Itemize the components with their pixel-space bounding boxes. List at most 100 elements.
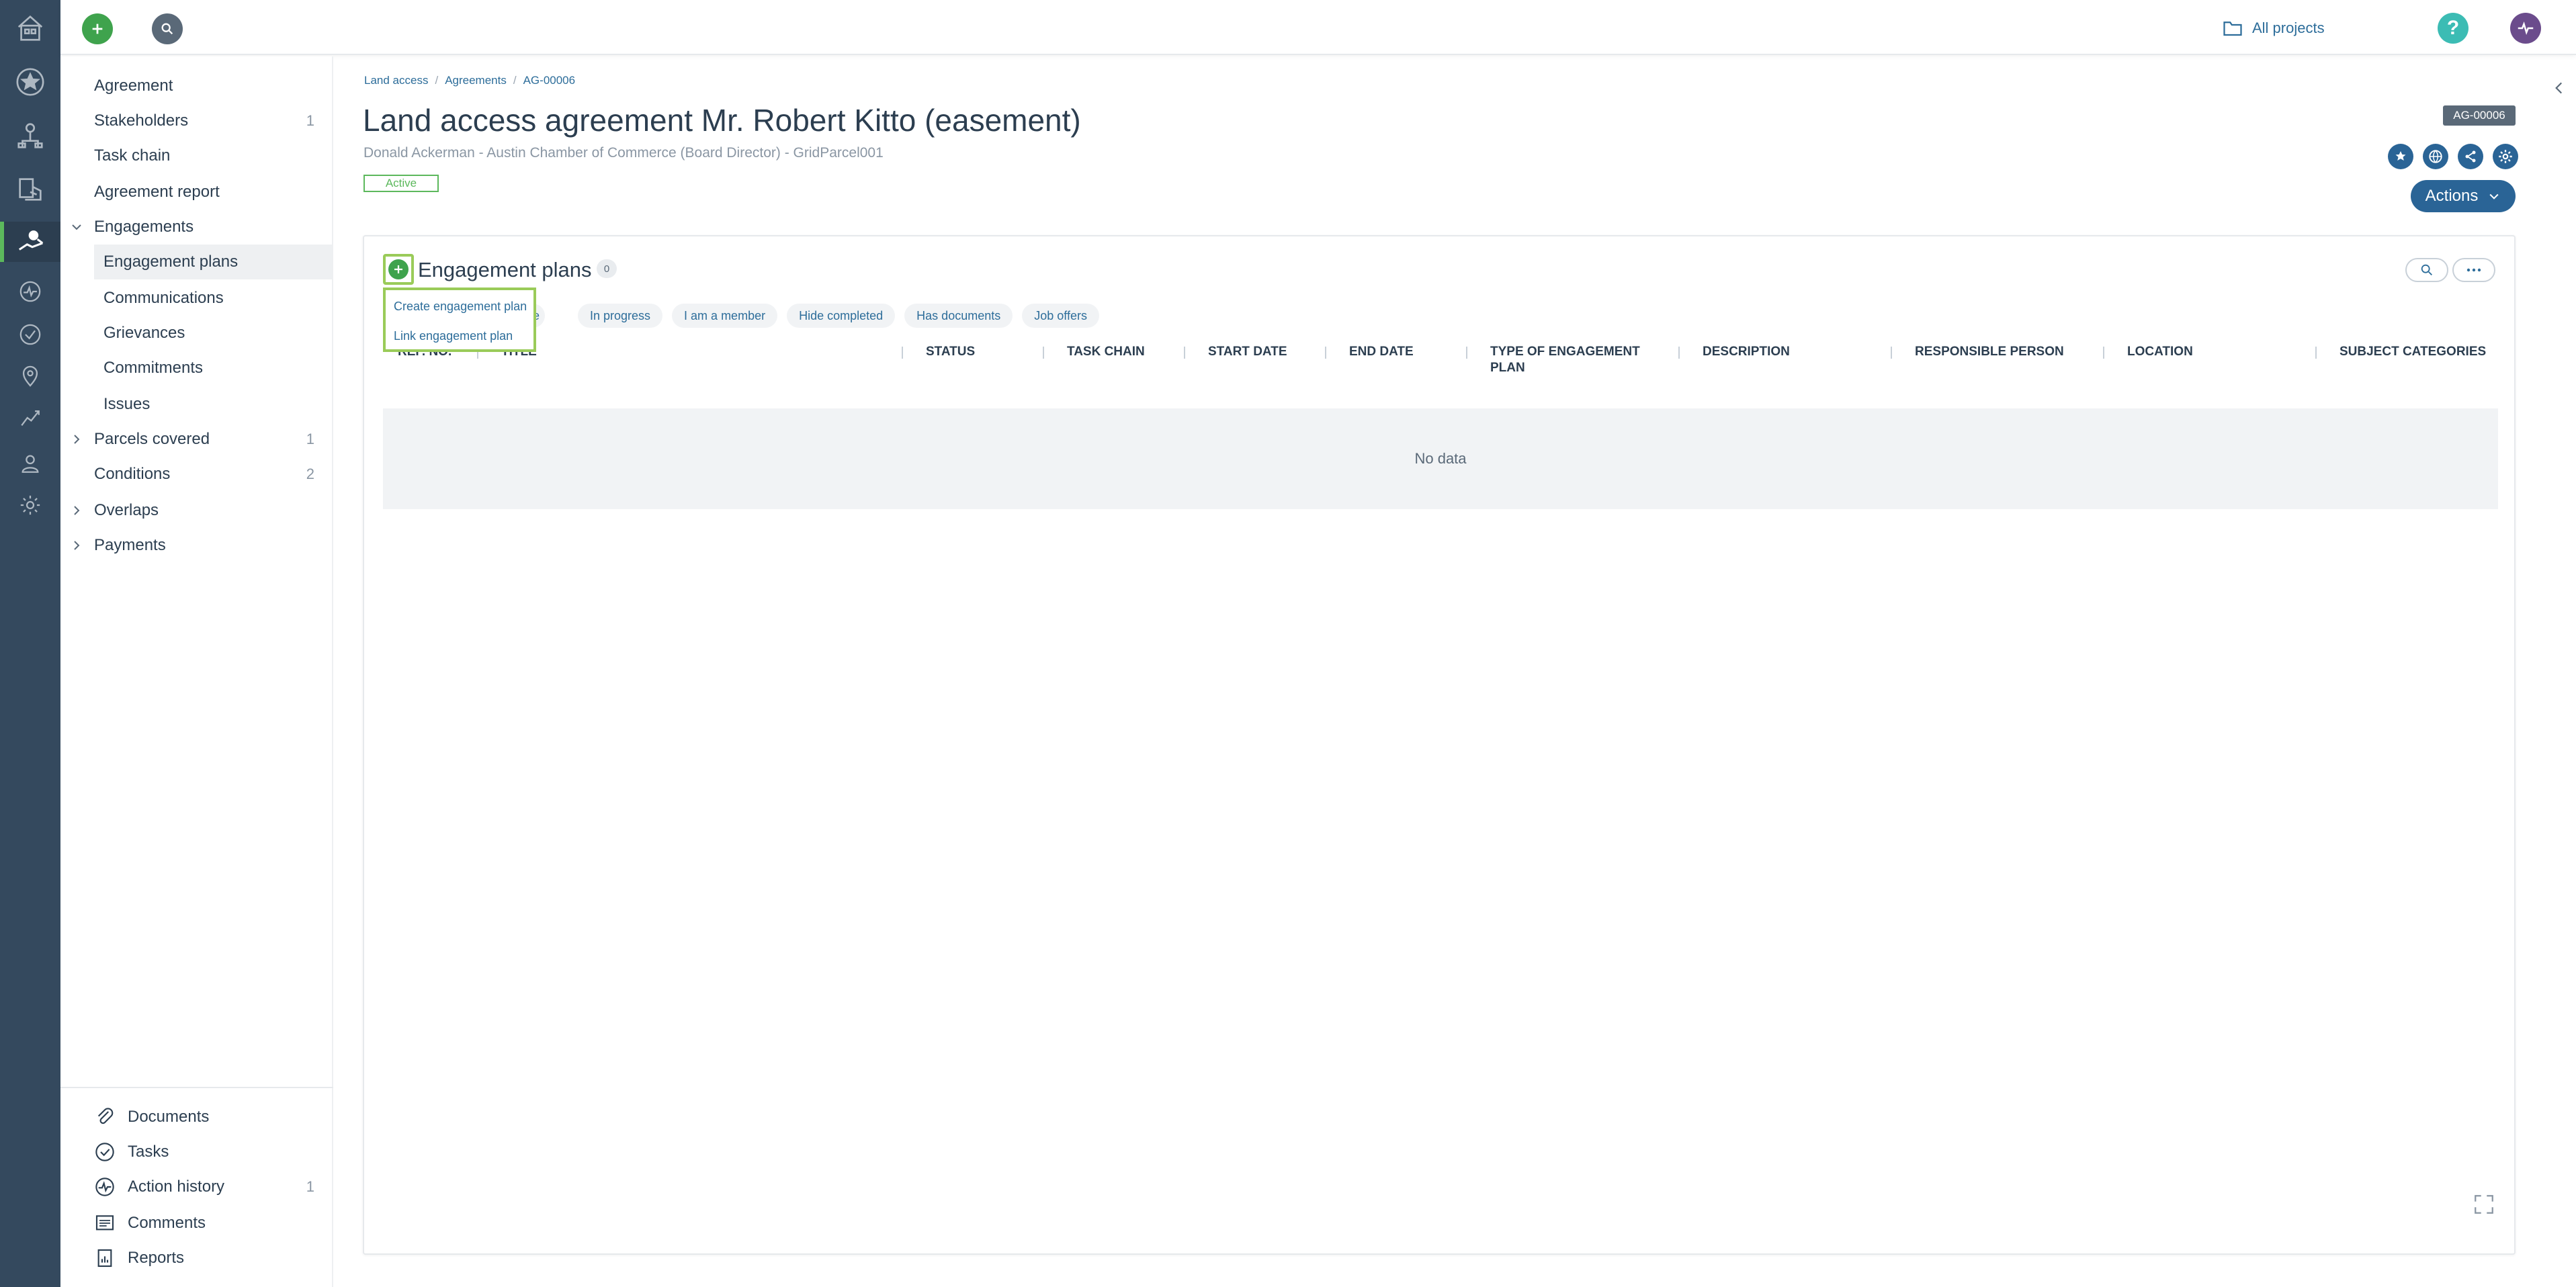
column-divider[interactable] <box>2315 347 2317 359</box>
column-divider[interactable] <box>1325 347 1326 359</box>
tasks-icon[interactable] <box>0 314 60 355</box>
sidebar-bottom-count: 1 <box>306 1178 314 1195</box>
chevron-right-icon <box>74 541 80 550</box>
sidebar-item-task-chain[interactable]: Task chain <box>60 138 333 173</box>
fullscreen-icon[interactable] <box>2473 1193 2495 1216</box>
sidebar-documents[interactable]: Documents <box>94 1100 333 1134</box>
column-header[interactable]: Subject categories <box>2339 344 2486 360</box>
history-icon <box>95 1178 114 1196</box>
search-button[interactable] <box>152 13 183 44</box>
sidebar-item-agreement[interactable]: Agreement <box>60 69 333 103</box>
actions-dropdown-button[interactable]: Actions <box>2411 180 2516 212</box>
link-engagement-plan-option[interactable]: Link engagement plan <box>394 329 513 343</box>
sidebar-item-engagement-plans[interactable]: Engagement plans <box>94 245 333 279</box>
location-icon[interactable] <box>0 356 60 396</box>
share-button[interactable] <box>2458 144 2483 169</box>
column-divider[interactable] <box>902 347 903 359</box>
analytics-icon[interactable] <box>0 398 60 438</box>
sidebar-item-commitments[interactable]: Commitments <box>60 351 333 386</box>
card-count-badge: 0 <box>597 259 617 278</box>
column-header[interactable]: Task chain <box>1067 344 1145 360</box>
column-divider[interactable] <box>1678 347 1680 359</box>
column-header[interactable]: End date <box>1349 344 1414 360</box>
sidebar-reports[interactable]: Reports <box>94 1241 333 1275</box>
filter-chip[interactable]: Hide completed <box>787 304 896 328</box>
engagement-icon[interactable] <box>0 222 60 262</box>
column-divider[interactable] <box>1466 347 1467 359</box>
breadcrumb-current[interactable]: AG-00006 <box>523 74 576 87</box>
status-badge: Active <box>363 175 439 192</box>
user-icon[interactable] <box>0 443 60 484</box>
sidebar-item-label: Agreement report <box>94 183 220 201</box>
sidebar-item-agreement-report[interactable]: Agreement report <box>60 175 333 210</box>
help-button[interactable]: ? <box>2438 13 2468 44</box>
sidebar-bottom-label: Comments <box>128 1214 206 1232</box>
settings-button[interactable] <box>2493 144 2518 169</box>
folder-icon <box>2223 21 2242 36</box>
sidebar-bottom-label: Documents <box>128 1108 210 1126</box>
column-divider[interactable] <box>1043 347 1044 359</box>
sidebar-item-label: Engagements <box>94 218 194 236</box>
activity-pulse-button[interactable] <box>2510 13 2541 44</box>
chevron-left-icon[interactable] <box>2550 79 2568 97</box>
sidebar-item-engagements[interactable]: Engagements <box>60 210 333 245</box>
comment-icon <box>95 1215 114 1231</box>
page-title: Land access agreement Mr. Robert Kitto (… <box>363 103 1081 138</box>
card-search-button[interactable] <box>2405 258 2448 282</box>
column-header[interactable]: Location <box>2127 344 2193 360</box>
sidebar-item-payments[interactable]: Payments <box>60 528 333 563</box>
stakeholders-icon[interactable] <box>0 116 60 156</box>
column-header[interactable]: Description <box>1703 344 1790 360</box>
sidebar-item-stakeholders[interactable]: Stakeholders 1 <box>60 103 333 138</box>
land-icon[interactable] <box>0 169 60 210</box>
breadcrumb-link[interactable]: Agreements <box>445 74 507 87</box>
sidebar-item-label: Commitments <box>103 359 204 377</box>
column-divider[interactable] <box>2103 347 2104 359</box>
column-header[interactable]: Responsible person <box>1915 344 2064 360</box>
star-icon <box>2395 151 2406 161</box>
column-header[interactable]: Start date <box>1208 344 1287 360</box>
filter-chips: In progress I am a member Hide completed… <box>578 304 1099 328</box>
chevron-down-icon <box>2489 193 2499 199</box>
column-header[interactable]: Status <box>926 344 975 360</box>
sidebar-tasks[interactable]: Tasks <box>94 1135 333 1169</box>
filter-chip[interactable]: I am a member <box>672 304 778 328</box>
add-engagement-plan-button[interactable] <box>383 254 414 285</box>
add-dropdown-menu: Create engagement plan Link engagement p… <box>383 287 536 352</box>
sidebar-item-issues[interactable]: Issues <box>60 387 333 422</box>
card-toolbar <box>2405 258 2495 282</box>
plus-circle-icon <box>388 259 409 279</box>
column-divider[interactable] <box>1184 347 1185 359</box>
sidebar-item-communications[interactable]: Communications <box>60 281 333 316</box>
column-divider[interactable] <box>1891 347 1892 359</box>
sidebar-item-count: 2 <box>306 465 314 482</box>
chevron-down-icon <box>72 224 81 230</box>
sidebar-item-label: Payments <box>94 536 166 554</box>
sidebar-item-parcels-covered[interactable]: Parcels covered 1 <box>60 422 333 457</box>
favorites-icon[interactable] <box>0 62 60 102</box>
sidebar-item-count: 1 <box>306 431 314 447</box>
home-icon[interactable] <box>0 8 60 48</box>
sidebar-comments[interactable]: Comments <box>94 1206 333 1240</box>
column-header[interactable]: Type of engagement plan <box>1490 344 1658 376</box>
filter-chip[interactable]: Has documents <box>904 304 1013 328</box>
sidebar-item-grievances[interactable]: Grievances <box>60 316 333 351</box>
card-more-button[interactable] <box>2452 258 2495 282</box>
all-projects-link[interactable]: All projects <box>2223 16 2325 40</box>
sidebar-item-count: 1 <box>306 112 314 129</box>
settings-icon[interactable] <box>0 485 60 525</box>
breadcrumb-link[interactable]: Land access <box>364 74 428 87</box>
sidebar-bottom-label: Reports <box>128 1249 185 1267</box>
sidebar-action-history[interactable]: Action history 1 <box>94 1170 333 1204</box>
globe-button[interactable] <box>2423 144 2448 169</box>
add-button[interactable] <box>82 13 113 44</box>
favorite-button[interactable] <box>2388 144 2413 169</box>
check-circle-icon <box>95 1143 114 1161</box>
sidebar-item-conditions[interactable]: Conditions 2 <box>60 457 333 492</box>
filter-chip[interactable]: Job offers <box>1022 304 1099 328</box>
sidebar-item-overlaps[interactable]: Overlaps <box>60 493 333 528</box>
activity-icon[interactable] <box>0 271 60 312</box>
create-engagement-plan-option[interactable]: Create engagement plan <box>394 300 527 314</box>
filter-chip[interactable]: In progress <box>578 304 663 328</box>
all-projects-label: All projects <box>2252 19 2325 36</box>
